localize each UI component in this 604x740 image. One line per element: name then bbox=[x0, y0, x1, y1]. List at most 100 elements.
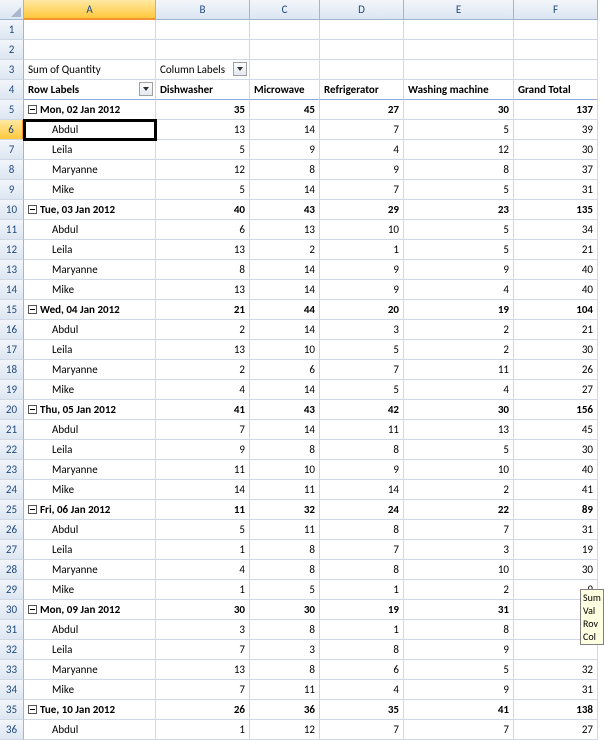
row-header-21[interactable]: 21 bbox=[0, 420, 24, 440]
item-value[interactable]: 31 bbox=[514, 520, 598, 540]
group-value[interactable]: 42 bbox=[320, 400, 404, 420]
cell-empty[interactable] bbox=[320, 40, 404, 60]
item-value[interactable]: 13 bbox=[156, 280, 250, 300]
item-value[interactable]: 7 bbox=[404, 720, 514, 740]
group-value[interactable]: 20 bbox=[320, 300, 404, 320]
group-value[interactable]: 41 bbox=[156, 400, 250, 420]
row-header-16[interactable]: 16 bbox=[0, 320, 24, 340]
row-header-28[interactable]: 28 bbox=[0, 560, 24, 580]
item-value[interactable]: 14 bbox=[320, 480, 404, 500]
item-value[interactable]: 8 bbox=[250, 540, 320, 560]
item-row-label[interactable]: Mike bbox=[24, 580, 156, 600]
item-row-label[interactable]: Abdul bbox=[24, 220, 156, 240]
row-header-25[interactable]: 25 bbox=[0, 500, 24, 520]
item-row-label[interactable]: Mike bbox=[24, 180, 156, 200]
row-header-18[interactable]: 18 bbox=[0, 360, 24, 380]
row-header-11[interactable]: 11 bbox=[0, 220, 24, 240]
item-value[interactable]: 5 bbox=[404, 180, 514, 200]
item-value[interactable]: 8 bbox=[250, 160, 320, 180]
group-row-label[interactable]: Tue, 03 Jan 2012 bbox=[24, 200, 156, 220]
row-header-14[interactable]: 14 bbox=[0, 280, 24, 300]
pivot-row-labels[interactable]: Row Labels bbox=[24, 80, 156, 100]
group-value[interactable]: 137 bbox=[514, 100, 598, 120]
group-value[interactable]: 43 bbox=[250, 200, 320, 220]
group-value[interactable]: 35 bbox=[320, 700, 404, 720]
item-value[interactable]: 13 bbox=[156, 340, 250, 360]
item-row-label[interactable]: Abdul bbox=[24, 420, 156, 440]
item-value[interactable]: 14 bbox=[250, 420, 320, 440]
group-value[interactable]: 138 bbox=[514, 700, 598, 720]
item-value[interactable]: 3 bbox=[250, 640, 320, 660]
group-value[interactable]: 30 bbox=[404, 400, 514, 420]
item-value[interactable]: 5 bbox=[320, 340, 404, 360]
row-header-7[interactable]: 7 bbox=[0, 140, 24, 160]
pivot-col-header[interactable]: Washing machine bbox=[404, 80, 514, 100]
group-value[interactable]: 104 bbox=[514, 300, 598, 320]
item-value[interactable]: 27 bbox=[514, 380, 598, 400]
item-row-label[interactable]: Leila bbox=[24, 240, 156, 260]
group-value[interactable]: 31 bbox=[404, 600, 514, 620]
item-value[interactable]: 7 bbox=[156, 640, 250, 660]
item-value[interactable]: 30 bbox=[514, 340, 598, 360]
item-value[interactable]: 4 bbox=[320, 680, 404, 700]
item-value[interactable]: 14 bbox=[156, 480, 250, 500]
row-header-8[interactable]: 8 bbox=[0, 160, 24, 180]
item-row-label[interactable]: Leila bbox=[24, 440, 156, 460]
item-value[interactable]: 7 bbox=[320, 720, 404, 740]
group-value[interactable]: 45 bbox=[250, 100, 320, 120]
item-row-label[interactable]: Abdul bbox=[24, 120, 156, 140]
group-row-label[interactable]: Mon, 02 Jan 2012 bbox=[24, 100, 156, 120]
item-value[interactable]: 13 bbox=[156, 240, 250, 260]
pivot-col-header[interactable]: Grand Total bbox=[514, 80, 598, 100]
row-header-23[interactable]: 23 bbox=[0, 460, 24, 480]
group-value[interactable]: 11 bbox=[156, 500, 250, 520]
item-value[interactable]: 11 bbox=[404, 360, 514, 380]
row-header-9[interactable]: 9 bbox=[0, 180, 24, 200]
item-value[interactable]: 19 bbox=[514, 540, 598, 560]
item-value[interactable]: 6 bbox=[250, 360, 320, 380]
item-value[interactable]: 13 bbox=[156, 120, 250, 140]
row-header-24[interactable]: 24 bbox=[0, 480, 24, 500]
row-header-13[interactable]: 13 bbox=[0, 260, 24, 280]
group-value[interactable]: 36 bbox=[250, 700, 320, 720]
collapse-icon[interactable] bbox=[28, 705, 37, 714]
item-value[interactable]: 30 bbox=[514, 560, 598, 580]
item-value[interactable]: 2 bbox=[404, 480, 514, 500]
group-value[interactable]: 35 bbox=[156, 100, 250, 120]
row-header-30[interactable]: 30 bbox=[0, 600, 24, 620]
column-header-C[interactable]: C bbox=[250, 0, 320, 20]
item-value[interactable]: 1 bbox=[320, 240, 404, 260]
group-value[interactable]: 19 bbox=[320, 600, 404, 620]
collapse-icon[interactable] bbox=[28, 205, 37, 214]
item-value[interactable]: 41 bbox=[514, 480, 598, 500]
item-value[interactable]: 9 bbox=[404, 680, 514, 700]
item-value[interactable]: 21 bbox=[514, 320, 598, 340]
row-header-26[interactable]: 26 bbox=[0, 520, 24, 540]
item-value[interactable]: 11 bbox=[250, 480, 320, 500]
cell-empty[interactable] bbox=[250, 60, 320, 80]
item-value[interactable]: 5 bbox=[250, 580, 320, 600]
pivot-col-header[interactable]: Microwave bbox=[250, 80, 320, 100]
collapse-icon[interactable] bbox=[28, 305, 37, 314]
group-row-label[interactable]: Wed, 04 Jan 2012 bbox=[24, 300, 156, 320]
item-row-label[interactable]: Mike bbox=[24, 280, 156, 300]
item-value[interactable]: 5 bbox=[404, 660, 514, 680]
item-value[interactable]: 30 bbox=[514, 440, 598, 460]
cell-empty[interactable] bbox=[514, 40, 598, 60]
item-value[interactable]: 12 bbox=[156, 160, 250, 180]
select-all-corner[interactable] bbox=[0, 0, 24, 20]
item-value[interactable]: 14 bbox=[250, 260, 320, 280]
item-value[interactable]: 10 bbox=[320, 220, 404, 240]
row-header-31[interactable]: 31 bbox=[0, 620, 24, 640]
item-value[interactable]: 3 bbox=[404, 540, 514, 560]
cell-empty[interactable] bbox=[404, 20, 514, 40]
column-header-D[interactable]: D bbox=[320, 0, 404, 20]
group-value[interactable]: 44 bbox=[250, 300, 320, 320]
cell-empty[interactable] bbox=[250, 40, 320, 60]
item-value[interactable]: 8 bbox=[320, 440, 404, 460]
row-header-27[interactable]: 27 bbox=[0, 540, 24, 560]
item-value[interactable]: 8 bbox=[404, 160, 514, 180]
row-header-22[interactable]: 22 bbox=[0, 440, 24, 460]
item-value[interactable]: 2 bbox=[404, 340, 514, 360]
item-value[interactable]: 9 bbox=[404, 640, 514, 660]
